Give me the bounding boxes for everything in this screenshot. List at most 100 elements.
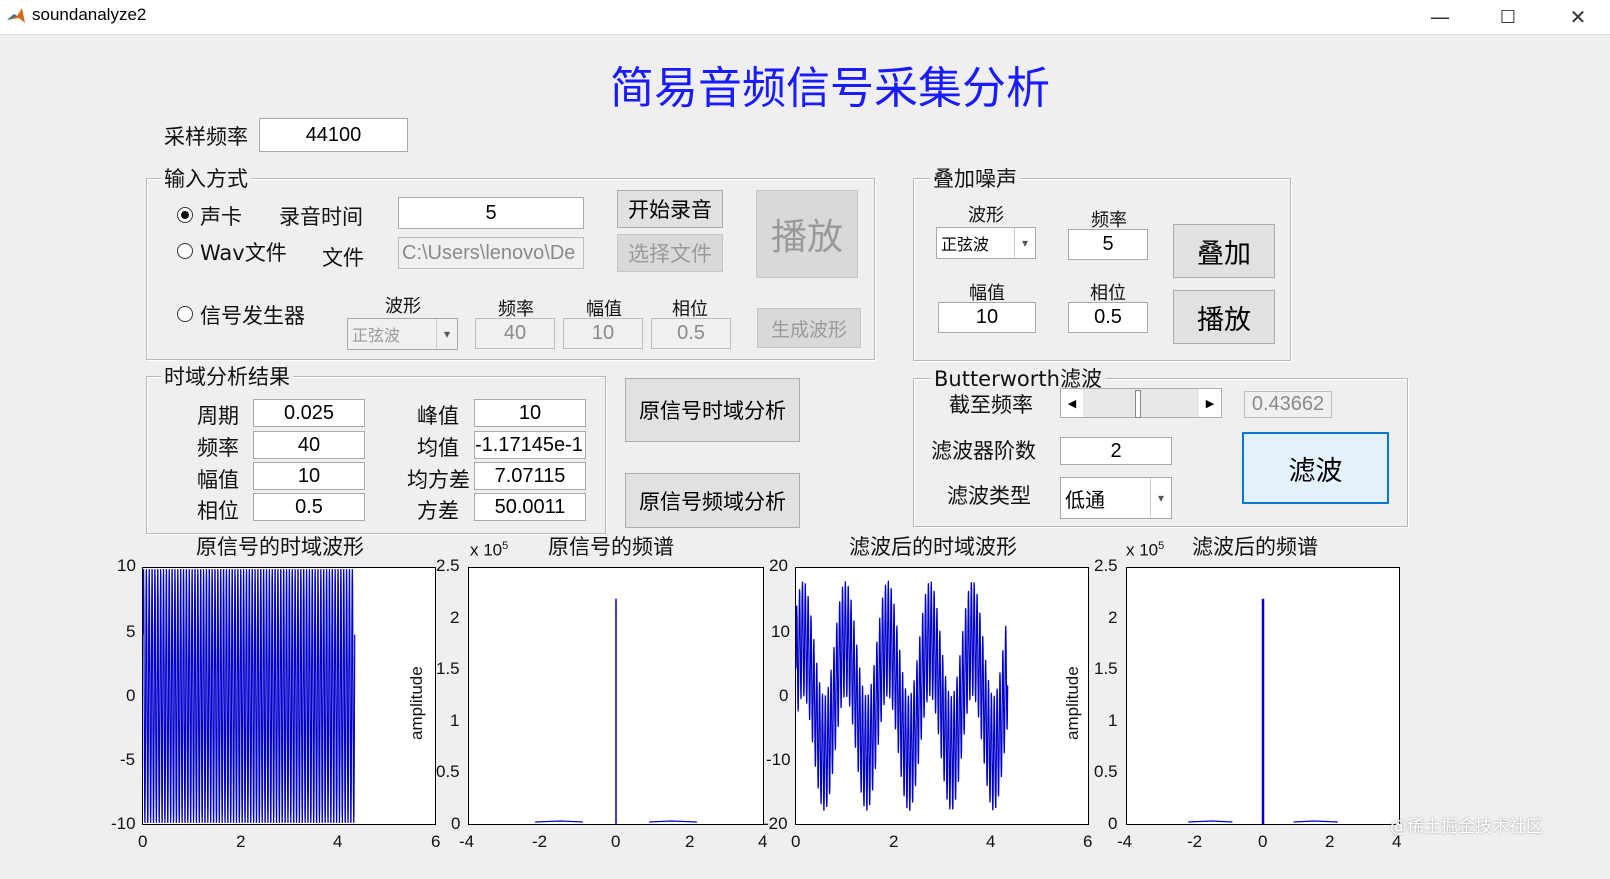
mean-value[interactable]: -1.17145e-1 xyxy=(474,431,586,459)
add-noise-group-title: 叠加噪声 xyxy=(930,163,1020,193)
plot1-xtick: 0 xyxy=(138,832,148,851)
plot1-xtick: 4 xyxy=(333,832,343,851)
filter-order-label: 滤波器阶数 xyxy=(931,439,1036,463)
var-value[interactable]: 50.0011 xyxy=(474,493,586,521)
filter-type-label: 滤波类型 xyxy=(947,484,1031,508)
record-time-label: 录音时间 xyxy=(279,205,363,229)
watermark-text: @稀土掘金技术社区 xyxy=(1390,817,1543,837)
plot3-xtick: 6 xyxy=(1083,832,1093,851)
noise-amp-input[interactable]: 10 xyxy=(938,302,1036,333)
signal-generator-label: 信号发生器 xyxy=(200,304,305,328)
freq-analysis-button[interactable]: 原信号频域分析 xyxy=(625,473,800,528)
plot1-ytick: 5 xyxy=(126,622,136,641)
gen-wave-select[interactable]: 正弦波 ▾ xyxy=(347,318,458,350)
plot3-ytick: -10 xyxy=(766,750,791,769)
filter-order-input[interactable]: 2 xyxy=(1060,437,1172,465)
plot1-ytick: 10 xyxy=(117,556,136,575)
gen-amp-input[interactable]: 10 xyxy=(563,318,643,349)
plot4-exponent: x 105 xyxy=(1126,540,1165,560)
window-title: soundanalyze2 xyxy=(32,5,147,24)
plot4-xtick: 2 xyxy=(1325,832,1335,851)
plot1-xtick: 2 xyxy=(236,832,246,851)
play-recording-button[interactable]: 播放 xyxy=(756,190,858,278)
plot3-xtick: 2 xyxy=(889,832,899,851)
minimize-button[interactable]: — xyxy=(1412,0,1468,34)
page-title: 简易音频信号采集分析 xyxy=(610,63,1050,114)
filter-type-select[interactable]: 低通 ▾ xyxy=(1060,477,1172,519)
chevron-down-icon: ▾ xyxy=(1150,478,1171,518)
start-record-button[interactable]: 开始录音 xyxy=(617,190,723,228)
slider-thumb[interactable] xyxy=(1134,390,1141,418)
choose-file-button[interactable]: 选择文件 xyxy=(617,234,723,272)
wav-file-radio[interactable] xyxy=(177,243,193,259)
slider-right-arrow-icon[interactable]: ▶ xyxy=(1199,389,1221,417)
phase-value[interactable]: 0.5 xyxy=(253,493,365,521)
freq-value[interactable]: 40 xyxy=(253,431,365,459)
file-path-input[interactable]: C:\Users\lenovo\De xyxy=(398,237,584,269)
plot1-axes xyxy=(142,567,436,825)
plot1-series-line xyxy=(143,568,356,824)
plot2-xtick: 4 xyxy=(758,832,768,851)
var-label: 方差 xyxy=(417,499,459,523)
plot2-ytick: 1.5 xyxy=(436,659,460,678)
plot3-ytick: 20 xyxy=(769,556,788,575)
plot2-exponent: x 105 xyxy=(470,540,509,560)
generate-wave-button[interactable]: 生成波形 xyxy=(757,308,861,348)
gen-freq-input[interactable]: 40 xyxy=(475,318,555,349)
noise-wave-select[interactable]: 正弦波 ▾ xyxy=(936,227,1036,259)
close-icon: ✕ xyxy=(1569,5,1587,29)
sampling-rate-input[interactable]: 44100 xyxy=(259,118,408,152)
gen-wave-value: 正弦波 xyxy=(352,326,401,345)
period-value[interactable]: 0.025 xyxy=(253,399,365,427)
plot4-ytick: 2 xyxy=(1108,608,1118,627)
plot4-ytick: 1 xyxy=(1108,711,1118,730)
wav-file-label: Wav文件 xyxy=(200,241,287,265)
plot3-ytick: -20 xyxy=(763,814,788,833)
slider-left-arrow-icon[interactable]: ◀ xyxy=(1061,389,1083,417)
maximize-button[interactable]: ☐ xyxy=(1480,0,1536,34)
cutoff-value-display: 0.43662 xyxy=(1244,391,1332,418)
time-analysis-button[interactable]: 原信号时域分析 xyxy=(625,378,800,442)
plot1-xtick: 6 xyxy=(431,832,441,851)
filter-type-value: 低通 xyxy=(1065,487,1105,512)
phase-label: 相位 xyxy=(197,499,239,523)
std-label: 均方差 xyxy=(407,468,470,492)
plot2-xtick: 2 xyxy=(685,832,695,851)
plot3-xtick: 4 xyxy=(986,832,996,851)
plot4-spectrum xyxy=(1188,598,1338,824)
minimize-icon: — xyxy=(1430,5,1450,29)
plot3-series-line xyxy=(796,580,1009,812)
plot2-axes xyxy=(468,567,764,825)
plot4-xtick: -4 xyxy=(1117,832,1133,851)
plot3-axes xyxy=(795,567,1089,825)
plot4-ytick: 2.5 xyxy=(1094,556,1118,575)
plot3-title: 滤波后的时域波形 xyxy=(849,535,1017,559)
std-value[interactable]: 7.07115 xyxy=(474,462,586,490)
gen-phase-input[interactable]: 0.5 xyxy=(651,318,731,349)
plot3-ytick: 0 xyxy=(779,686,789,705)
signal-generator-radio[interactable] xyxy=(177,306,193,322)
plot2-ytick: 0 xyxy=(451,814,461,833)
plot4-ytick: 0.5 xyxy=(1094,762,1118,781)
chevron-down-icon: ▾ xyxy=(1014,228,1035,258)
noise-phase-input[interactable]: 0.5 xyxy=(1068,302,1148,333)
period-label: 周期 xyxy=(197,404,239,428)
add-noise-button[interactable]: 叠加 xyxy=(1173,224,1275,278)
plot4-xtick: 0 xyxy=(1258,832,1268,851)
close-button[interactable]: ✕ xyxy=(1550,0,1606,34)
play-noise-button[interactable]: 播放 xyxy=(1173,290,1275,344)
plot2-title: 原信号的频谱 xyxy=(548,535,674,559)
noise-freq-input[interactable]: 5 xyxy=(1068,229,1148,260)
plot2-ylabel: amplitude xyxy=(407,666,426,740)
peak-label: 峰值 xyxy=(417,404,459,428)
plot1-waveform xyxy=(143,568,356,824)
record-time-input[interactable]: 5 xyxy=(398,197,584,229)
peak-value[interactable]: 10 xyxy=(474,399,586,427)
soundcard-radio[interactable] xyxy=(177,207,193,223)
plot4-ytick: 0 xyxy=(1108,814,1118,833)
filter-button[interactable]: 滤波 xyxy=(1242,432,1389,504)
file-label: 文件 xyxy=(322,246,364,270)
plot4-xtick: -2 xyxy=(1187,832,1203,851)
cutoff-slider[interactable]: ◀ ▶ xyxy=(1060,388,1222,418)
amp-value[interactable]: 10 xyxy=(253,462,365,490)
